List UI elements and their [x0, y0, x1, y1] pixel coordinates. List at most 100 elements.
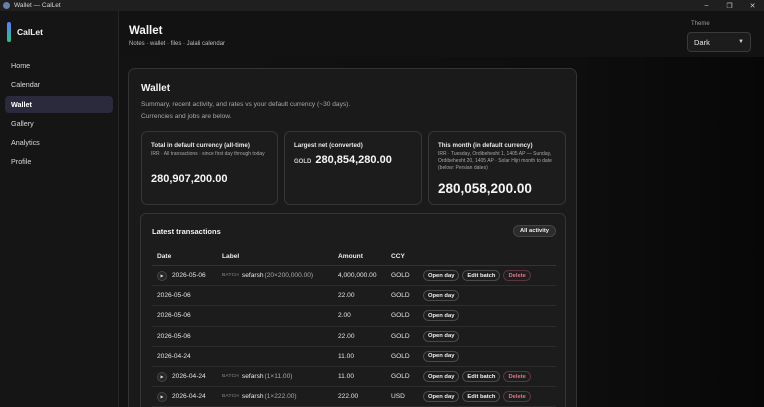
delete-button[interactable]: Delete — [503, 270, 531, 282]
table-body: ▶ 2026-05-06 BATCH sefarsh (20×200,000.00) 4,… — [152, 266, 556, 407]
table-row: 2026-04-24 11.00 GOLD Open day — [152, 347, 556, 367]
cell-amount: 4,000,000.00 — [338, 272, 377, 280]
edit-batch-button[interactable]: Edit batch — [462, 391, 501, 403]
sidebar-nav: Home Calendar Wallet Gallery Analytics P… — [5, 57, 113, 173]
batch-detail: (1×11.00) — [264, 373, 293, 381]
latest-transactions-card: Latest transactions All activity Date La… — [140, 213, 566, 407]
cell-actions: Open day Edit batch Delete — [423, 371, 531, 383]
window-titlebar: Wallet — CalLet – ❐ ✕ — [0, 0, 764, 11]
stat-value: 280,058,200.00 — [438, 181, 532, 196]
stat-label: This month (in default currency) — [438, 142, 533, 149]
sidebar-item-gallery[interactable]: Gallery — [5, 115, 113, 132]
window-title: Wallet — CalLet — [14, 2, 61, 9]
maximize-icon[interactable]: ❐ — [718, 0, 741, 11]
open-day-button[interactable]: Open day — [423, 310, 460, 322]
close-icon[interactable]: ✕ — [741, 0, 764, 11]
wallet-card-title: Wallet — [141, 83, 171, 94]
date-text: 2026-04-24 — [172, 373, 206, 381]
cell-ccy: GOLD — [391, 332, 410, 340]
all-activity-button[interactable]: All activity — [513, 225, 556, 237]
open-day-button[interactable]: Open day — [423, 371, 460, 383]
batch-detail: (20×200,000.00) — [264, 272, 314, 280]
cell-date: 2026-04-24 — [152, 353, 222, 360]
stat-meta: IRR · Tuesday, Ordibehesht 1, 1405 AP — … — [438, 151, 552, 172]
stat-label: Total in default currency (all-time) — [151, 142, 250, 149]
sidebar: CalLet Home Calendar Wallet Gallery Anal… — [0, 11, 119, 407]
stat-value: 280,907,200.00 — [151, 173, 228, 185]
stat-value-row: GOLD 280,854,280.00 — [294, 154, 392, 166]
open-day-button[interactable]: Open day — [423, 350, 460, 362]
cell-ccy: GOLD — [391, 352, 410, 360]
app-icon — [3, 2, 10, 9]
stat-this-month: This month (in default currency) IRR · T… — [428, 131, 566, 205]
delete-button[interactable]: Delete — [503, 391, 531, 403]
wallet-card-description: Summary, recent activity, and rates vs y… — [141, 101, 351, 120]
open-day-button[interactable]: Open day — [423, 270, 460, 282]
stat-total-all-time: Total in default currency (all-time) IRR… — [141, 131, 278, 205]
wallet-card: Wallet Summary, recent activity, and rat… — [128, 68, 577, 407]
column-header-ccy: CCY — [391, 253, 405, 260]
page-header: Wallet Notes · wallet · files · Jalali c… — [119, 11, 764, 57]
expand-row-icon[interactable]: ▶ — [157, 391, 167, 402]
batch-detail: (1×222.00) — [264, 393, 297, 401]
table-row: 2026-05-06 22.00 GOLD Open day — [152, 286, 556, 307]
delete-button[interactable]: Delete — [503, 371, 531, 383]
cell-actions: Open day — [423, 330, 460, 342]
open-day-button[interactable]: Open day — [423, 290, 460, 302]
open-day-button[interactable]: Open day — [423, 391, 460, 403]
date-text: 2026-05-06 — [157, 312, 191, 320]
column-header-date: Date — [157, 253, 172, 260]
cell-date: ▶ 2026-05-06 — [152, 270, 222, 281]
cell-ccy: GOLD — [391, 373, 410, 381]
cell-date: 2026-05-06 — [152, 333, 222, 340]
date-text: 2026-04-24 — [172, 393, 206, 401]
edit-batch-button[interactable]: Edit batch — [462, 270, 501, 282]
column-header-amount: Amount — [338, 253, 363, 260]
cell-date: ▶ 2026-04-24 — [152, 371, 222, 382]
latest-transactions-title: Latest transactions — [152, 227, 221, 236]
cell-ccy: GOLD — [391, 312, 410, 320]
main-content: Wallet Summary, recent activity, and rat… — [119, 57, 764, 407]
date-text: 2026-04-24 — [157, 352, 191, 360]
table-row: 2026-05-06 2.00 GOLD Open day — [152, 306, 556, 327]
batch-tag: BATCH — [222, 273, 239, 279]
open-day-button[interactable]: Open day — [423, 330, 460, 342]
brand-name: CalLet — [17, 27, 43, 37]
sidebar-item-wallet[interactable]: Wallet — [5, 95, 113, 113]
date-text: 2026-05-06 — [157, 332, 191, 340]
minimize-icon[interactable]: – — [695, 0, 718, 11]
batch-name: sefarsh — [241, 272, 264, 280]
cell-actions: Open day Edit batch Delete — [423, 270, 531, 282]
theme-label: Theme — [691, 21, 710, 27]
cell-actions: Open day — [423, 350, 460, 362]
cell-amount: 11.00 — [338, 352, 355, 360]
table-row: ▶ 2026-04-24 BATCH sefarsh (1×222.00) 222.00 U… — [152, 387, 556, 407]
sidebar-item-home[interactable]: Home — [5, 57, 113, 74]
table-row: ▶ 2026-05-06 BATCH sefarsh (20×200,000.00) 4,… — [152, 266, 556, 287]
batch-tag: BATCH — [222, 394, 239, 400]
transactions-table: Date Label Amount CCY ▶ 2026-05-06 BATCH se… — [152, 248, 556, 407]
cell-amount: 2.00 — [338, 312, 351, 320]
cell-actions: Open day — [423, 290, 460, 302]
chevron-down-icon: ▼ — [738, 39, 744, 45]
cell-amount: 222.00 — [338, 393, 359, 401]
sidebar-item-profile[interactable]: Profile — [5, 153, 113, 170]
sidebar-item-analytics[interactable]: Analytics — [5, 134, 113, 151]
cell-label: BATCH sefarsh (1×222.00) — [222, 393, 337, 400]
table-row: 2026-05-06 22.00 GOLD Open day — [152, 327, 556, 347]
table-row: ▶ 2026-04-24 BATCH sefarsh (1×11.00) 11.00 GOL… — [152, 367, 556, 388]
cell-actions: Open day Edit batch Delete — [423, 391, 531, 403]
expand-row-icon[interactable]: ▶ — [157, 270, 167, 281]
expand-row-icon[interactable]: ▶ — [157, 371, 167, 382]
cell-date: ▶ 2026-04-24 — [152, 391, 222, 402]
cell-ccy: GOLD — [391, 292, 410, 300]
cell-date: 2026-05-06 — [152, 312, 222, 319]
sidebar-item-calendar[interactable]: Calendar — [5, 76, 113, 93]
cell-label: BATCH sefarsh (20×200,000.00) — [222, 272, 337, 279]
window-controls: – ❐ ✕ — [695, 0, 764, 11]
edit-batch-button[interactable]: Edit batch — [462, 371, 501, 383]
brand[interactable]: CalLet — [7, 22, 43, 42]
theme-select[interactable]: Dark ▼ — [687, 32, 751, 52]
cell-date: 2026-05-06 — [152, 292, 222, 299]
cell-amount: 11.00 — [338, 373, 355, 381]
